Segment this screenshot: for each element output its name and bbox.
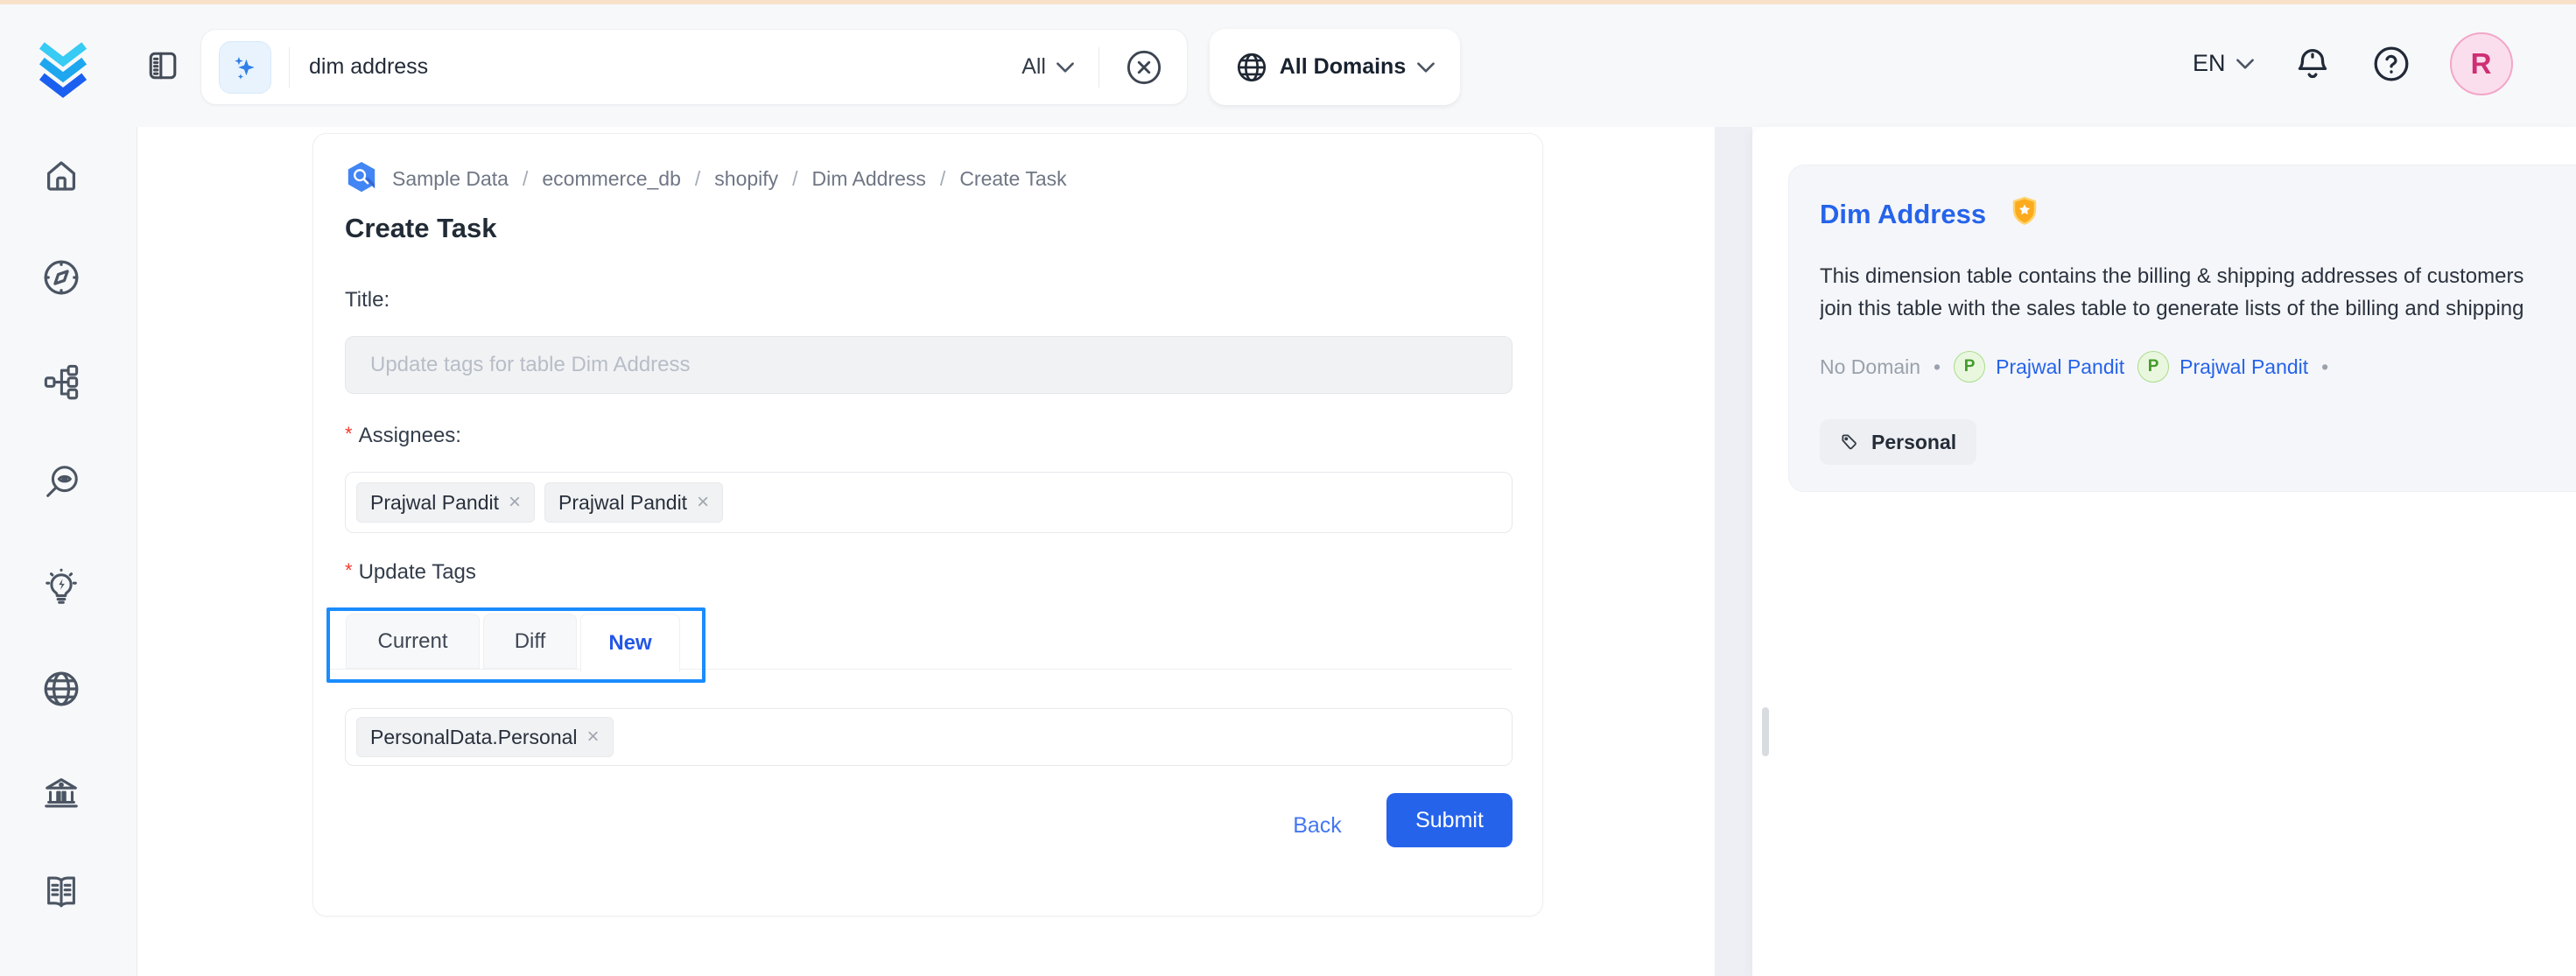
owner[interactable]: P Prajwal Pandit xyxy=(1954,351,2124,383)
breadcrumb-item[interactable]: Dim Address xyxy=(812,167,926,191)
submit-button[interactable]: Submit xyxy=(1386,793,1513,847)
required-marker: * xyxy=(345,423,353,445)
chevron-down-icon xyxy=(1417,62,1435,73)
insights-lightbulb-icon[interactable] xyxy=(41,566,81,607)
panel-divider xyxy=(1715,127,1752,976)
governance-bank-icon[interactable] xyxy=(41,772,81,812)
search-input[interactable] xyxy=(309,54,799,80)
certified-badge-icon xyxy=(2007,195,2042,234)
global-search-bar[interactable]: All xyxy=(200,29,1188,105)
assignees-label: *Assignees: xyxy=(345,423,461,448)
domain-label: No Domain xyxy=(1820,355,1920,379)
sidebar-toggle-icon[interactable] xyxy=(144,46,182,85)
top-notice-strip xyxy=(0,0,2576,4)
tag-icon xyxy=(1840,432,1860,453)
search-divider xyxy=(289,47,290,88)
page-title: Create Task xyxy=(345,213,496,244)
asset-description: This dimension table contains the billin… xyxy=(1820,260,2576,325)
search-divider xyxy=(1098,47,1099,88)
app-logo[interactable] xyxy=(33,39,93,98)
create-task-card: Sample Data / ecommerce_db / shopify / D… xyxy=(312,133,1543,916)
tag-chip[interactable]: PersonalData.Personal × xyxy=(356,717,614,757)
breadcrumb-item[interactable]: Sample Data xyxy=(392,167,509,191)
back-button[interactable]: Back xyxy=(1269,799,1365,852)
web-globe-icon[interactable] xyxy=(41,669,81,709)
remove-chip-icon[interactable]: × xyxy=(509,492,521,513)
avatar-initial: R xyxy=(2471,47,2492,81)
title-label: Title: xyxy=(345,288,390,312)
chevron-down-icon xyxy=(2236,59,2254,69)
glossary-book-icon[interactable] xyxy=(41,872,81,912)
breadcrumb-item[interactable]: shopify xyxy=(714,167,778,191)
breadcrumb: Sample Data / ecommerce_db / shopify / D… xyxy=(345,160,1067,197)
ai-sparkle-icon[interactable] xyxy=(219,41,271,94)
remove-chip-icon[interactable]: × xyxy=(587,727,600,748)
owner-avatar[interactable]: P xyxy=(1954,351,1985,383)
required-marker: * xyxy=(345,559,353,581)
language-dropdown[interactable]: EN xyxy=(2193,50,2254,77)
task-title-input[interactable] xyxy=(345,336,1513,394)
user-avatar[interactable]: R xyxy=(2450,32,2513,95)
asset-title-link[interactable]: Dim Address xyxy=(1820,199,1986,230)
owner-name[interactable]: Prajwal Pandit xyxy=(2179,355,2308,379)
owner-avatar[interactable]: P xyxy=(2137,351,2169,383)
search-scope-label: All xyxy=(1021,54,1046,80)
globe-icon xyxy=(1235,51,1268,84)
workflow-icon[interactable] xyxy=(41,362,81,402)
remove-chip-icon[interactable]: × xyxy=(697,492,709,513)
breadcrumb-item[interactable]: ecommerce_db xyxy=(542,167,681,191)
asset-meta-row: No Domain • P Prajwal Pandit P Prajwal P… xyxy=(1820,351,2328,383)
search-scope-dropdown[interactable]: All xyxy=(1021,54,1074,80)
language-label: EN xyxy=(2193,50,2226,77)
discovery-magnifier-eye-icon[interactable] xyxy=(41,462,81,502)
personal-tag-chip[interactable]: Personal xyxy=(1820,419,1976,465)
compass-icon[interactable] xyxy=(41,257,81,298)
all-domains-label: All Domains xyxy=(1280,54,1406,80)
help-icon[interactable] xyxy=(2371,44,2411,84)
owner[interactable]: P Prajwal Pandit xyxy=(2137,351,2308,383)
all-domains-button[interactable]: All Domains xyxy=(1210,29,1460,105)
topbar: All All Domains EN xyxy=(0,0,2576,127)
asset-summary-card: Dim Address This dimension table contain… xyxy=(1788,165,2576,492)
app-window: All All Domains EN xyxy=(0,0,2576,976)
home-icon[interactable] xyxy=(41,156,81,196)
bigquery-icon xyxy=(345,160,378,197)
scrollbar-thumb[interactable] xyxy=(1762,707,1769,756)
update-tags-label: *Update Tags xyxy=(345,559,476,585)
tags-input[interactable]: PersonalData.Personal × xyxy=(345,708,1513,766)
clear-search-icon[interactable] xyxy=(1124,47,1164,88)
sidebar xyxy=(0,127,137,976)
breadcrumb-item[interactable]: Create Task xyxy=(959,167,1066,191)
assignee-chip[interactable]: Prajwal Pandit × xyxy=(544,482,723,523)
notifications-bell-icon[interactable] xyxy=(2292,44,2333,84)
owner-name[interactable]: Prajwal Pandit xyxy=(1996,355,2124,379)
assignee-chip[interactable]: Prajwal Pandit × xyxy=(356,482,535,523)
chevron-down-icon xyxy=(1056,62,1074,73)
tab-new[interactable]: New xyxy=(580,614,680,672)
asset-preview-panel: Dim Address This dimension table contain… xyxy=(1752,127,2576,976)
assignees-input[interactable]: Prajwal Pandit × Prajwal Pandit × xyxy=(345,472,1513,533)
